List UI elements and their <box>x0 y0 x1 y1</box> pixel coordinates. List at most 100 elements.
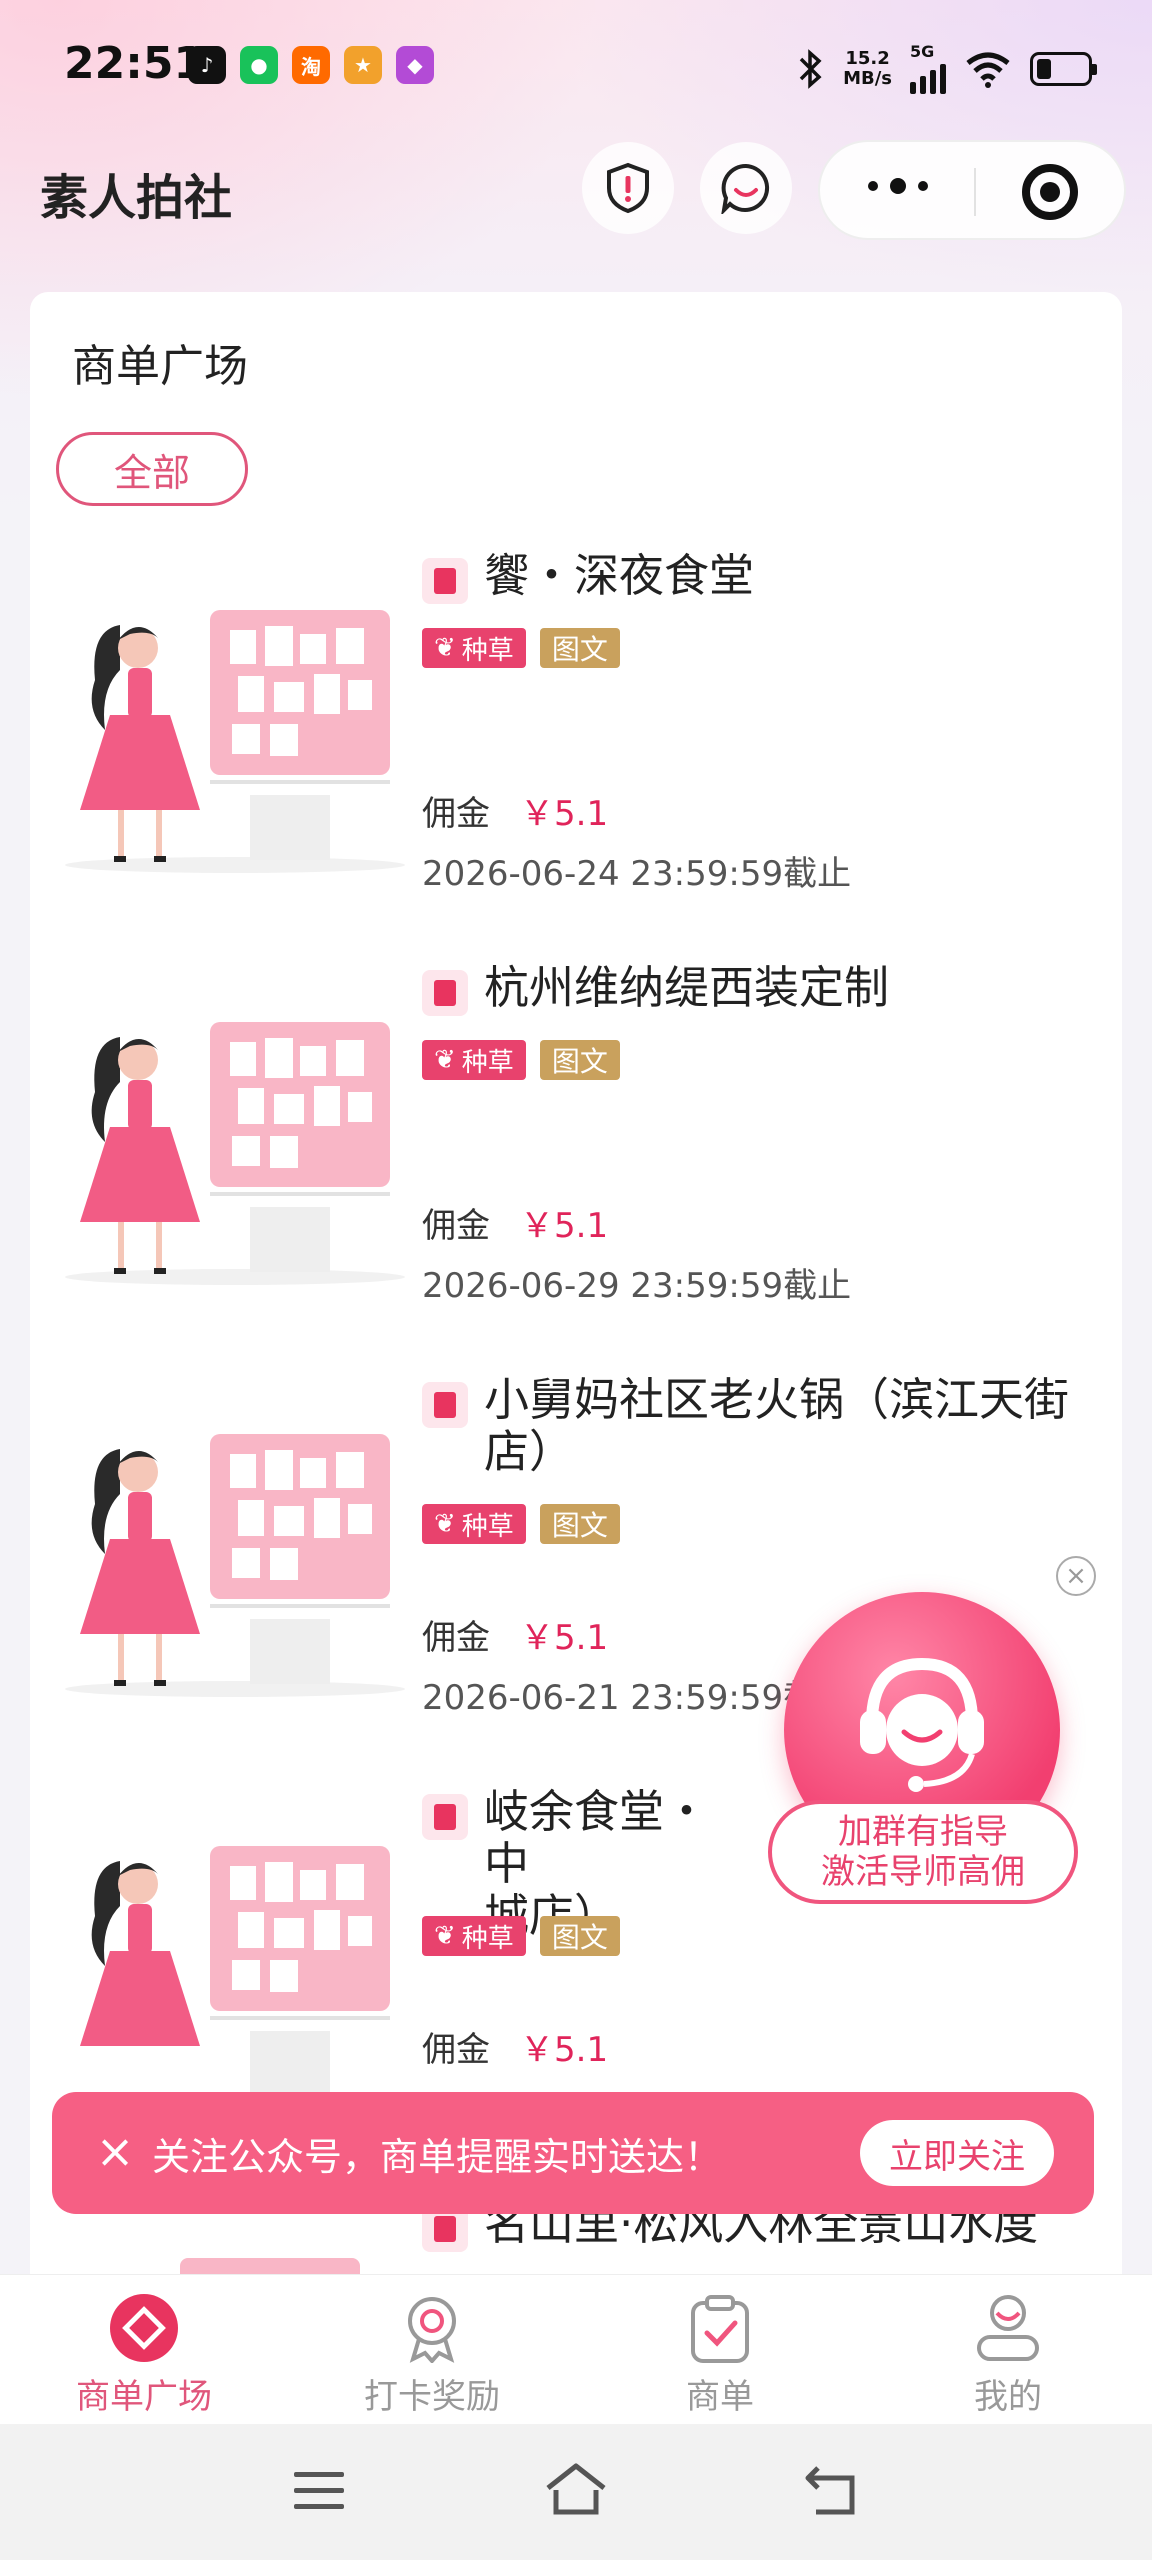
tag-image-text: 图文 <box>539 628 620 668</box>
deadline: 2026-06-24 23:59:59截止 <box>422 854 852 894</box>
clipboard-check-icon <box>685 2293 755 2363</box>
tag-image-text: 图文 <box>539 1504 620 1544</box>
menu-icon[interactable] <box>292 2466 346 2516</box>
system-navigation-bar <box>0 2424 1152 2560</box>
follow-banner-text: 关注公众号，商单提醒实时送达！ <box>152 2135 723 2179</box>
tag-label: 种草 <box>461 1047 514 1078</box>
home-icon[interactable] <box>544 2462 608 2518</box>
tab-mine[interactable]: 我的 <box>908 2293 1108 2418</box>
tag-seeding: ❦ 种草 <box>422 628 526 668</box>
message-button[interactable] <box>700 142 792 234</box>
order-item[interactable]: 饗・深夜食堂 ❦ 种草 图文 佣金 ￥5.1 2026-06-24 23:59:59… <box>30 540 1122 952</box>
section-title: 商单广场 <box>72 341 248 392</box>
item-title-line1: 岐余食堂・中 <box>484 1785 710 1890</box>
deadline: 2026-06-21 23:59:59截 <box>422 1678 818 1718</box>
network-speed: 15.2 MB/s <box>843 49 892 89</box>
tag-seeding: ❦ 种草 <box>422 1040 526 1080</box>
deadline: 2026-06-29 23:59:59截止 <box>422 1266 852 1306</box>
close-target-icon[interactable] <box>1022 164 1078 220</box>
more-dots-icon[interactable] <box>868 178 928 194</box>
tab-checkin-reward[interactable]: 打卡奖励 <box>332 2293 532 2418</box>
tab-order-square[interactable]: 商单广场 <box>44 2293 244 2418</box>
app-title: 素人拍社 <box>40 170 233 226</box>
tab-label: 商单广场 <box>76 2377 212 2417</box>
tag-label: 种草 <box>461 635 514 666</box>
tag-seeding: ❦ 种草 <box>422 1504 526 1544</box>
chat-app-icon: ◆ <box>396 46 434 84</box>
commission: 佣金 ￥5.1 <box>422 2022 608 2071</box>
sprout-icon: ❦ <box>434 1509 456 1539</box>
battery-icon <box>1030 52 1097 86</box>
item-tags: ❦ 种草 图文 <box>422 1504 620 1544</box>
service-close-button[interactable]: × <box>1056 1556 1096 1596</box>
sprout-icon: ❦ <box>434 1921 456 1951</box>
service-promo-label[interactable]: 加群有指导 激活导师高佣 <box>768 1800 1078 1904</box>
item-title: 小舅妈社区老火锅（滨江天街店） <box>484 1373 1070 1478</box>
capsule-divider <box>974 168 976 216</box>
follow-now-button[interactable]: 立即关注 <box>860 2120 1054 2186</box>
medal-icon <box>397 2293 467 2365</box>
shield-alert-button[interactable] <box>582 142 674 234</box>
xiaohongshu-icon <box>422 558 468 604</box>
commission: 佣金 ￥5.1 <box>422 786 608 835</box>
tab-label: 打卡奖励 <box>364 2377 500 2417</box>
item-tags: ❦ 种草 图文 <box>422 1040 620 1080</box>
follow-official-account-banner: × 关注公众号，商单提醒实时送达！ 立即关注 <box>52 2092 1094 2214</box>
item-tags: ❦ 种草 图文 <box>422 628 620 668</box>
item-thumbnail <box>65 610 405 873</box>
tag-label: 种草 <box>461 1923 514 1954</box>
speed-unit: MB/s <box>843 68 892 89</box>
user-profile-icon <box>973 2293 1043 2363</box>
commission-label: 佣金 <box>422 1206 490 1246</box>
xiaohongshu-icon <box>422 1382 468 1428</box>
commission-price: ￥5.1 <box>520 1206 609 1246</box>
notification-app-icons: ♪ ● 淘 ★ ◆ <box>188 46 434 84</box>
tag-image-text: 图文 <box>539 1916 620 1956</box>
commission-price: ￥5.1 <box>520 794 609 834</box>
service-promo-line1: 加群有指导 <box>838 1812 1008 1852</box>
item-thumbnail <box>65 1846 405 2109</box>
taobao-icon: 淘 <box>292 46 330 84</box>
tab-orders[interactable]: 商单 <box>620 2293 820 2418</box>
signal-bars-icon <box>910 60 946 94</box>
speed-value: 15.2 <box>845 48 890 69</box>
back-icon[interactable] <box>804 2464 860 2518</box>
close-icon[interactable]: × <box>90 2126 140 2176</box>
tag-seeding: ❦ 种草 <box>422 1916 526 1956</box>
wifi-icon <box>966 52 1010 88</box>
order-square-card: 商单广场 全部 饗・深夜食堂 ❦ 种草 图文 佣金 ￥5.1 2026-06-24 … <box>30 292 1122 2292</box>
item-title: 杭州维纳缇西装定制 <box>484 961 890 1014</box>
filter-chip-all[interactable]: 全部 <box>56 432 248 506</box>
sprout-icon: ❦ <box>434 1045 456 1075</box>
item-title: 饗・深夜食堂 <box>484 549 755 602</box>
service-promo-line2: 激活导师高佣 <box>821 1852 1025 1892</box>
wechat-icon: ● <box>240 46 278 84</box>
xiaohongshu-icon <box>422 970 468 1016</box>
tab-label: 商单 <box>686 2377 754 2417</box>
order-item[interactable]: 杭州维纳缇西装定制 ❦ 种草 图文 佣金 ￥5.1 2026-06-29 23:59… <box>30 952 1122 1364</box>
shield-alert-icon <box>607 162 649 214</box>
clock: 22:51 <box>64 38 205 89</box>
xiaohongshu-icon <box>422 1794 468 1840</box>
bluetooth-icon <box>799 49 822 89</box>
commission-label: 佣金 <box>422 794 490 834</box>
network-type: 5G <box>910 42 935 61</box>
status-bar: 22:51 ♪ ● 淘 ★ ◆ 15.2 MB/s 5G <box>0 30 1152 110</box>
commission-price: ￥5.1 <box>520 2030 609 2070</box>
tag-label: 种草 <box>461 1511 514 1542</box>
sprout-icon: ❦ <box>434 633 456 663</box>
commission: 佣金 ￥5.1 <box>422 1198 608 1247</box>
commission-label: 佣金 <box>422 1618 490 1658</box>
tab-label: 我的 <box>974 2377 1042 2417</box>
game-icon: ★ <box>344 46 382 84</box>
commission: 佣金 ￥5.1 <box>422 1610 608 1659</box>
commission-label: 佣金 <box>422 2030 490 2070</box>
item-thumbnail <box>65 1022 405 1285</box>
order-square-icon <box>109 2293 179 2363</box>
tag-image-text: 图文 <box>539 1040 620 1080</box>
item-tags: ❦ 种草 图文 <box>422 1916 620 1956</box>
commission-price: ￥5.1 <box>520 1618 609 1658</box>
cellular-signal: 5G <box>910 44 946 94</box>
bottom-tab-bar: 商单广场 打卡奖励 商单 我的 <box>0 2274 1152 2425</box>
chat-bubble-icon <box>721 163 770 214</box>
